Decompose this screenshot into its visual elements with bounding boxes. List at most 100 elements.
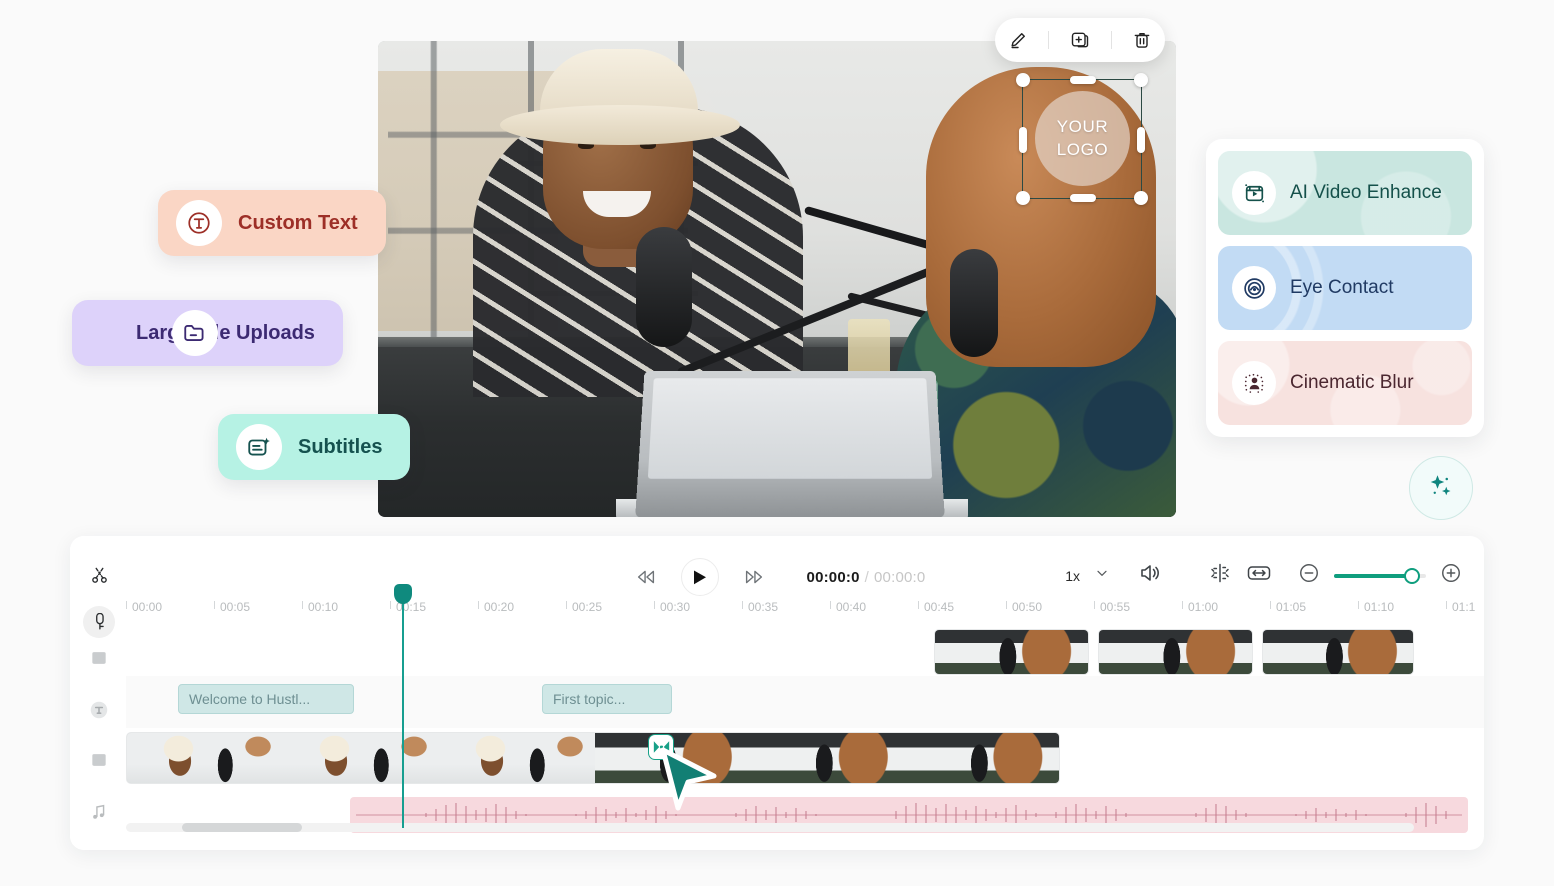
timeline-scrollbar-thumb[interactable] bbox=[182, 823, 302, 832]
overlay-floating-toolbar bbox=[995, 18, 1165, 62]
playback-speed-value[interactable]: 1x bbox=[1065, 568, 1080, 584]
ruler-tick: 00:00 bbox=[125, 600, 163, 614]
video-sparkle-icon bbox=[1232, 171, 1276, 215]
video-editor-app: YOUR LOGO Custom Text Large File Uploads… bbox=[0, 0, 1554, 886]
ruler-tick: 00:25 bbox=[565, 600, 603, 614]
ruler-tick: 01:00 bbox=[1181, 600, 1219, 614]
sidebar-track-icon-overlay[interactable] bbox=[83, 642, 115, 674]
feature-badge-subtitles[interactable]: Subtitles bbox=[218, 414, 411, 480]
laptop bbox=[635, 370, 945, 517]
fast-forward-icon[interactable] bbox=[737, 560, 771, 594]
zoom-slider-knob[interactable] bbox=[1404, 567, 1420, 584]
handle-top-center[interactable] bbox=[1070, 76, 1096, 84]
track-audio[interactable] bbox=[126, 788, 1484, 840]
portrait-blur-icon bbox=[1232, 361, 1276, 405]
ruler-tick: 00:45 bbox=[917, 600, 955, 614]
sparkles-icon bbox=[1426, 471, 1456, 506]
track-text[interactable]: Welcome to Hustl... First topic... bbox=[126, 676, 1484, 728]
feature-badge-custom-text[interactable]: Custom Text bbox=[158, 190, 386, 256]
zoom-slider-fill bbox=[1334, 573, 1412, 578]
timeline-ruler[interactable]: 00:00 00:05 00:10 00:15 00:20 00:25 00:3… bbox=[125, 596, 1484, 622]
track-overlay-video[interactable] bbox=[126, 624, 1484, 676]
clip-main-video[interactable] bbox=[126, 732, 1060, 784]
subtitles-sparkle-icon bbox=[236, 424, 282, 470]
sidebar-track-icon-audio[interactable] bbox=[83, 796, 115, 828]
eye-target-icon bbox=[1232, 266, 1276, 310]
ai-feature-eye-contact[interactable]: Eye Contact bbox=[1218, 246, 1472, 330]
timeline-scrollbar[interactable] bbox=[126, 823, 1414, 832]
zoom-in-icon[interactable] bbox=[1440, 562, 1462, 589]
badge-label: Large File Uploads bbox=[136, 321, 315, 344]
duplicate-icon[interactable] bbox=[1065, 25, 1095, 55]
badge-label: Subtitles bbox=[298, 435, 383, 458]
transition-marker[interactable] bbox=[648, 734, 674, 760]
timeline-tracks: Welcome to Hustl... First topic... bbox=[126, 624, 1484, 850]
clip-text-1[interactable]: Welcome to Hustl... bbox=[178, 684, 354, 714]
feature-badge-large-file-uploads[interactable]: Large File Uploads bbox=[72, 300, 343, 366]
clip-text-2[interactable]: First topic... bbox=[542, 684, 672, 714]
toolbar-divider-2 bbox=[1110, 31, 1112, 49]
edit-icon[interactable] bbox=[1003, 25, 1033, 55]
microphone-left bbox=[636, 227, 692, 347]
toolbar-divider-1 bbox=[1048, 31, 1050, 49]
handle-top-left[interactable] bbox=[1016, 73, 1030, 87]
clip-overlay-1[interactable] bbox=[934, 629, 1089, 675]
clip-overlay-3[interactable] bbox=[1262, 629, 1414, 675]
timeline-panel: 00:00:0/00:00:0 1x 00:00 00:05 00:10 00:… bbox=[70, 536, 1484, 850]
handle-bottom-center[interactable] bbox=[1070, 194, 1096, 202]
ruler-tick: 00:10 bbox=[301, 600, 339, 614]
magnet-icon[interactable] bbox=[83, 606, 115, 638]
play-button[interactable] bbox=[680, 558, 719, 596]
rewind-icon[interactable] bbox=[629, 560, 663, 594]
ruler-tick: 01:10 bbox=[1357, 600, 1395, 614]
total-time: 00:00:0 bbox=[874, 568, 926, 586]
ai-feature-label: AI Video Enhance bbox=[1290, 182, 1442, 203]
zoom-slider[interactable] bbox=[1334, 567, 1426, 584]
ai-feature-label: Eye Contact bbox=[1290, 277, 1394, 298]
clip-overlay-2[interactable] bbox=[1098, 629, 1253, 675]
timeline-tools: 1x bbox=[1065, 562, 1462, 589]
zoom-out-icon[interactable] bbox=[1298, 562, 1320, 589]
ruler-tick: 01:1 bbox=[1445, 600, 1476, 614]
ruler-tick: 00:20 bbox=[477, 600, 515, 614]
ruler-tick: 00:40 bbox=[829, 600, 867, 614]
selection-box[interactable] bbox=[1016, 73, 1148, 205]
chevron-down-icon[interactable] bbox=[1094, 565, 1110, 586]
ruler-tick: 00:30 bbox=[653, 600, 691, 614]
track-main-video[interactable] bbox=[126, 728, 1484, 788]
sidebar-track-icon-text[interactable] bbox=[83, 694, 115, 726]
handle-bottom-left[interactable] bbox=[1016, 191, 1030, 205]
magic-split-icon[interactable] bbox=[1208, 562, 1232, 589]
transition-icon bbox=[653, 741, 669, 753]
timecode: 00:00:0/00:00:0 bbox=[807, 569, 926, 586]
microphone-right bbox=[950, 249, 998, 357]
timecode-separator: / bbox=[864, 568, 870, 586]
handle-top-right[interactable] bbox=[1134, 73, 1148, 87]
host-hat-brim bbox=[500, 105, 740, 145]
handle-middle-left[interactable] bbox=[1019, 127, 1027, 153]
handle-middle-right[interactable] bbox=[1137, 127, 1145, 153]
ruler-tick: 00:50 bbox=[1005, 600, 1043, 614]
delete-icon[interactable] bbox=[1127, 25, 1157, 55]
ai-feature-label: Cinematic Blur bbox=[1290, 372, 1414, 393]
sidebar-track-icon-main-video[interactable] bbox=[83, 744, 115, 776]
ai-tools-fab[interactable] bbox=[1409, 456, 1473, 520]
ruler-tick: 01:05 bbox=[1269, 600, 1307, 614]
handle-bottom-right[interactable] bbox=[1134, 191, 1148, 205]
fit-to-width-icon[interactable] bbox=[1246, 562, 1272, 589]
ai-features-panel: AI Video Enhance Eye Contact Cinematic B… bbox=[1206, 139, 1484, 437]
ai-feature-cinematic-blur[interactable]: Cinematic Blur bbox=[1218, 341, 1472, 425]
volume-icon[interactable] bbox=[1138, 562, 1162, 589]
badge-label: Custom Text bbox=[238, 211, 358, 234]
laptop-screen bbox=[647, 378, 933, 479]
playhead-handle[interactable] bbox=[394, 584, 412, 604]
ruler-tick: 00:35 bbox=[741, 600, 779, 614]
playhead[interactable] bbox=[394, 584, 412, 828]
current-time: 00:00:0 bbox=[806, 568, 860, 586]
timeline-left-rail bbox=[70, 536, 126, 850]
ruler-tick: 00:05 bbox=[213, 600, 251, 614]
cut-icon[interactable] bbox=[83, 558, 115, 590]
ai-feature-video-enhance[interactable]: AI Video Enhance bbox=[1218, 151, 1472, 235]
folder-icon bbox=[172, 310, 218, 356]
text-circle-icon bbox=[176, 200, 222, 246]
